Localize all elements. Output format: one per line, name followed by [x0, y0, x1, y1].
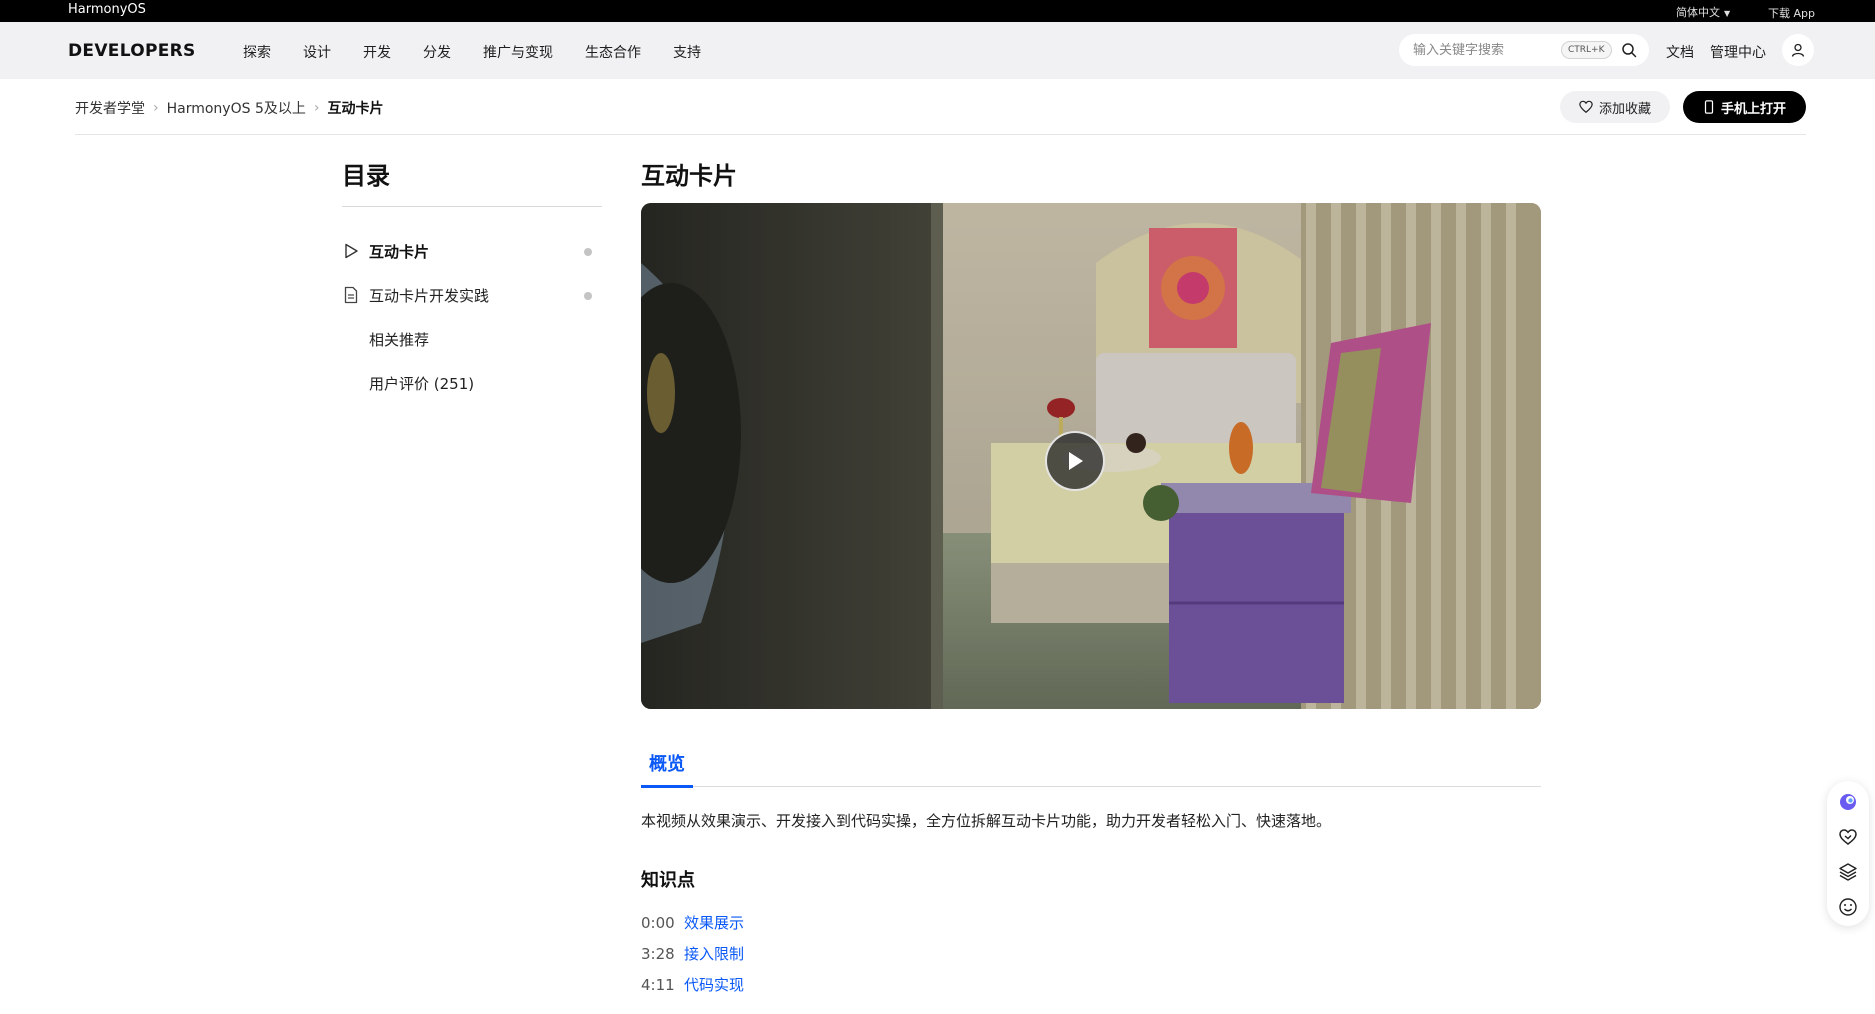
toc-item-dev-practice[interactable]: 互动卡片开发实践: [342, 283, 602, 309]
progress-dot: [584, 292, 592, 300]
ai-assistant-icon[interactable]: [1838, 792, 1858, 812]
search-icon[interactable]: [1621, 42, 1637, 58]
page-title: 互动卡片: [641, 162, 737, 190]
toc-item-label: 用户评价 (251): [369, 375, 475, 393]
play-button[interactable]: [1045, 431, 1105, 491]
knowledge-point-time: 0:00: [641, 914, 675, 932]
smiley-feedback-icon[interactable]: [1838, 897, 1858, 917]
open-on-phone-label: 手机上打开: [1720, 101, 1786, 117]
nav-menu: 探索 设计 开发 分发 推广与变现 生态合作 支持: [243, 42, 733, 62]
layers-icon[interactable]: [1838, 862, 1858, 882]
video-description: 本视频从效果演示、开发接入到代码实操，全方位拆解互动卡片功能，助力开发者轻松入门…: [641, 812, 1332, 830]
toc-item-label: 相关推荐: [369, 331, 430, 349]
nav-item-ecosystem[interactable]: 生态合作: [585, 42, 641, 62]
tab-active-indicator: [641, 785, 693, 788]
chevron-right-icon: ›: [313, 100, 320, 116]
play-outline-icon: [345, 243, 358, 259]
breadcrumb: 开发者学堂 › HarmonyOS 5及以上 › 互动卡片: [75, 98, 383, 118]
search-box[interactable]: CTRL+K: [1399, 34, 1649, 66]
language-selector[interactable]: 简体中文 ▼: [1676, 4, 1730, 20]
toc-item-label: 互动卡片: [369, 243, 430, 261]
search-input[interactable]: [1413, 40, 1553, 60]
tab-overview-label: 概览: [649, 754, 685, 775]
knowledge-point-time: 3:28: [641, 945, 675, 963]
play-icon: [1069, 452, 1083, 470]
main-nav: DEVELOPERS 探索 设计 开发 分发 推广与变现 生态合作 支持 CTR…: [0, 22, 1875, 79]
console-link[interactable]: 管理中心: [1710, 42, 1766, 62]
knowledge-point-time: 4:11: [641, 976, 675, 994]
toc-item-recommendations[interactable]: 相关推荐: [342, 327, 602, 353]
knowledge-points-title: 知识点: [641, 870, 695, 891]
open-on-phone-button[interactable]: 手机上打开: [1683, 91, 1806, 123]
document-icon: [344, 286, 358, 304]
tab-bar: 概览: [641, 750, 1541, 788]
breadcrumb-item-current: 互动卡片: [327, 101, 384, 117]
phone-icon: [1704, 100, 1714, 114]
toc-item-interactive-card[interactable]: 互动卡片: [342, 239, 602, 265]
progress-dot: [584, 248, 592, 256]
top-bar: HarmonyOS 简体中文 ▼ 下载 App: [0, 0, 1875, 22]
nav-item-support[interactable]: 支持: [673, 42, 701, 62]
video-player[interactable]: [641, 203, 1541, 709]
breadcrumb-item-harmonyos5[interactable]: HarmonyOS 5及以上: [167, 98, 306, 118]
add-favorite-button[interactable]: 添加收藏: [1560, 91, 1670, 123]
knowledge-point-link[interactable]: 接入限制: [684, 945, 744, 963]
search-shortcut-badge: CTRL+K: [1561, 41, 1612, 59]
knowledge-point: 3:28 接入限制: [641, 943, 744, 964]
language-label: 简体中文: [1676, 6, 1720, 19]
docs-link[interactable]: 文档: [1666, 42, 1694, 62]
toc-item-reviews[interactable]: 用户评价 (251): [342, 371, 602, 397]
developers-logo[interactable]: DEVELOPERS: [68, 41, 196, 61]
nav-item-distribute[interactable]: 分发: [423, 42, 451, 62]
breadcrumb-item-academy[interactable]: 开发者学堂: [75, 98, 145, 118]
user-icon: [1791, 43, 1805, 57]
chevron-right-icon: ›: [153, 100, 159, 116]
heart-icon: [1579, 100, 1593, 114]
knowledge-point: 0:00 效果展示: [641, 912, 744, 933]
knowledge-point-link[interactable]: 代码实现: [684, 976, 744, 994]
heart-handshake-icon[interactable]: [1838, 827, 1858, 847]
nav-item-explore[interactable]: 探索: [243, 42, 271, 62]
nav-item-design[interactable]: 设计: [303, 42, 331, 62]
nav-item-develop[interactable]: 开发: [363, 42, 391, 62]
harmonyos-brand[interactable]: HarmonyOS: [68, 2, 146, 17]
knowledge-point-link[interactable]: 效果展示: [684, 914, 744, 932]
add-favorite-label: 添加收藏: [1598, 101, 1651, 117]
download-app-link[interactable]: 下载 App: [1768, 5, 1815, 21]
user-avatar[interactable]: [1782, 34, 1814, 66]
knowledge-point: 4:11 代码实现: [641, 974, 744, 995]
caret-down-icon: ▼: [1724, 9, 1731, 18]
toc-item-label: 互动卡片开发实践: [369, 287, 490, 305]
toc-title: 目录: [342, 162, 390, 190]
divider: [75, 134, 1806, 135]
toc-divider: [342, 206, 602, 207]
nav-item-promote[interactable]: 推广与变现: [483, 42, 553, 62]
tab-overview[interactable]: 概览: [641, 750, 693, 788]
floating-toolbar: [1827, 781, 1869, 926]
